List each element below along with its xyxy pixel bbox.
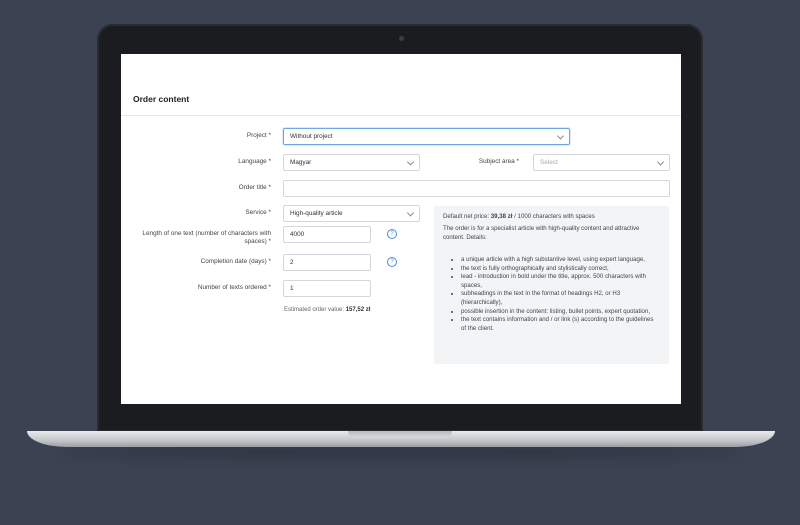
chevron-down-icon bbox=[556, 131, 565, 140]
completion-label: Completion date (days) * bbox=[200, 258, 271, 265]
screen: Order content Project * Without project … bbox=[121, 54, 681, 404]
length-help-icon[interactable]: ? bbox=[387, 229, 397, 239]
length-value: 4000 bbox=[290, 231, 305, 238]
list-item: subheadings in the text in the format of… bbox=[461, 290, 660, 307]
laptop-notch bbox=[348, 431, 452, 438]
laptop-shadow bbox=[60, 447, 740, 457]
service-select[interactable]: High-quality article bbox=[283, 205, 420, 222]
page-title: Order content bbox=[133, 94, 190, 104]
subject-area-placeholder: Select bbox=[540, 159, 558, 166]
project-select[interactable]: Without project bbox=[283, 128, 570, 145]
subject-area-select[interactable]: Select bbox=[533, 154, 670, 171]
price-suffix: / 1000 characters with spaces bbox=[514, 213, 595, 220]
chevron-down-icon bbox=[406, 208, 415, 217]
service-description: The order is for a specialist article wi… bbox=[443, 225, 640, 241]
service-select-value: High-quality article bbox=[290, 210, 343, 217]
list-item: lead - introduction in bold under the ti… bbox=[461, 273, 660, 290]
header-divider bbox=[121, 115, 681, 116]
order-title-input[interactable] bbox=[283, 180, 670, 197]
service-details-list: a unique article with a high substantive… bbox=[443, 256, 660, 333]
language-label: Language * bbox=[238, 158, 271, 165]
completion-help-icon[interactable]: ? bbox=[387, 257, 397, 267]
price-value: 39,38 zł bbox=[490, 213, 513, 220]
service-info-box: Default net price: 39,38 zł / 1000 chara… bbox=[434, 206, 669, 364]
estimate-amount: 157,52 zł bbox=[345, 307, 371, 313]
estimate-label: Estimated order value: bbox=[284, 307, 345, 313]
language-select-value: Magyar bbox=[290, 159, 312, 166]
list-item: the text is fully orthographically and s… bbox=[461, 265, 660, 274]
list-item: possible insertion in the content: listi… bbox=[461, 308, 660, 317]
project-label: Project * bbox=[246, 132, 271, 139]
service-label: Service * bbox=[245, 209, 271, 216]
count-label: Number of texts ordered * bbox=[197, 284, 271, 291]
chevron-down-icon bbox=[656, 157, 665, 166]
count-input[interactable]: 1 bbox=[283, 280, 371, 297]
count-value: 1 bbox=[290, 285, 294, 292]
subject-area-label: Subject area * bbox=[478, 158, 519, 165]
length-input[interactable]: 4000 bbox=[283, 226, 371, 243]
list-item: a unique article with a high substantive… bbox=[461, 256, 660, 265]
list-item: the text contains information and / or l… bbox=[461, 316, 660, 333]
order-title-label: Order title * bbox=[238, 184, 271, 191]
completion-value: 2 bbox=[290, 259, 294, 266]
length-label: Length of one text (number of characters… bbox=[142, 230, 271, 245]
estimated-order-value: Estimated order value: 157,52 zł bbox=[284, 307, 370, 313]
price-prefix: Default net price: bbox=[443, 213, 490, 220]
project-select-value: Without project bbox=[290, 133, 333, 140]
default-price: Default net price: 39,38 zł / 1000 chara… bbox=[443, 212, 660, 221]
camera-icon bbox=[399, 36, 404, 41]
completion-input[interactable]: 2 bbox=[283, 254, 371, 271]
